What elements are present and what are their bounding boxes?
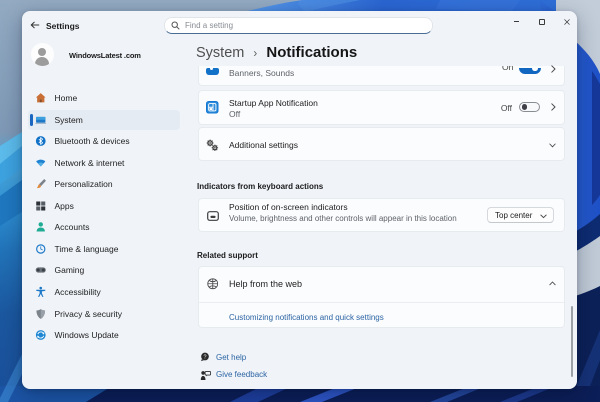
svg-text:?: ? bbox=[203, 354, 206, 360]
